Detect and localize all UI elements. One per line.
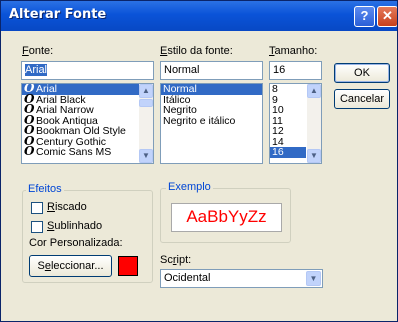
font-size-list-item[interactable]: 16 [270, 147, 306, 158]
style-label: Estilo da fonte: [160, 45, 233, 57]
font-style-list-items: Normal Itálico Negrito Negrito e itálico [161, 84, 262, 126]
custom-color-label: Cor Personalizada: [29, 237, 123, 249]
script-value: Ocidental [164, 272, 211, 284]
font-size-input[interactable]: 16 [269, 61, 322, 80]
script-select[interactable]: Ocidental ▼ [160, 269, 323, 288]
cancel-button[interactable]: Cancelar [334, 89, 390, 109]
title-bar[interactable]: Alterar Fonte ? ✕ [1, 1, 397, 31]
sample-text: AaBbYyZz [186, 207, 267, 226]
size-list-scrollbar[interactable]: ▲ ▼ [307, 84, 321, 163]
scrollbar-thumb[interactable] [139, 99, 153, 107]
ok-button[interactable]: OK [334, 63, 390, 83]
font-style-list-item[interactable]: Negrito e itálico [161, 115, 262, 127]
font-style-input[interactable]: Normal [160, 61, 263, 80]
font-label: Fonte: [22, 45, 54, 57]
font-style-list[interactable]: Normal Itálico Negrito Negrito e itálico [160, 83, 263, 164]
size-label: Tamanho: [269, 45, 318, 57]
font-list-item[interactable]: O Comic Sans MS [22, 144, 153, 158]
font-style-list-item[interactable]: Negrito [161, 105, 262, 116]
underline-label[interactable]: Sublinhado [47, 220, 102, 232]
font-name-input[interactable]: Arial [21, 61, 154, 80]
dialog-title: Alterar Fonte [9, 7, 107, 22]
dropdown-arrow-icon[interactable]: ▼ [306, 271, 321, 286]
scroll-up-arrow-icon[interactable]: ▲ [307, 84, 321, 98]
scroll-down-arrow-icon[interactable]: ▼ [307, 149, 321, 163]
sample-title: Exemplo [166, 181, 213, 193]
scroll-up-arrow-icon[interactable]: ▲ [139, 84, 153, 98]
font-list-item-label: Comic Sans MS [36, 146, 112, 158]
color-swatch[interactable] [118, 256, 138, 276]
font-size-list[interactable]: 8 9 10 11 12 14 16 ▲ ▼ [269, 83, 322, 164]
font-dialog: Alterar Fonte ? ✕ Fonte: Arial O Arial O Ar… [0, 0, 398, 322]
font-size-list-item[interactable]: 10 [270, 105, 306, 116]
strikeout-label[interactable]: Riscado [47, 201, 87, 213]
scroll-down-arrow-icon[interactable]: ▼ [139, 149, 153, 163]
script-label: Script: [160, 254, 192, 266]
effects-title: Efeitos [26, 183, 64, 195]
strikeout-checkbox[interactable] [31, 202, 43, 214]
font-size-list-item[interactable]: 12 [270, 126, 306, 137]
close-button[interactable]: ✕ [377, 6, 397, 27]
font-list-scrollbar[interactable]: ▲ ▼ [139, 84, 153, 163]
font-style-list-item[interactable]: Normal [161, 84, 262, 95]
truetype-font-icon: O [24, 144, 35, 158]
font-list-items: O Arial O Arial Black O Arial Narrow O Book Ant… [22, 84, 153, 158]
font-name-value: Arial [25, 64, 48, 76]
underline-checkbox[interactable] [31, 221, 43, 233]
font-list[interactable]: O Arial O Arial Black O Arial Narrow O Book Ant… [21, 83, 154, 164]
select-color-button[interactable]: Seleccionar... [29, 255, 112, 277]
help-button[interactable]: ? [354, 6, 375, 27]
font-size-list-item[interactable]: 8 [270, 84, 306, 95]
sample-preview: AaBbYyZz [171, 203, 282, 232]
